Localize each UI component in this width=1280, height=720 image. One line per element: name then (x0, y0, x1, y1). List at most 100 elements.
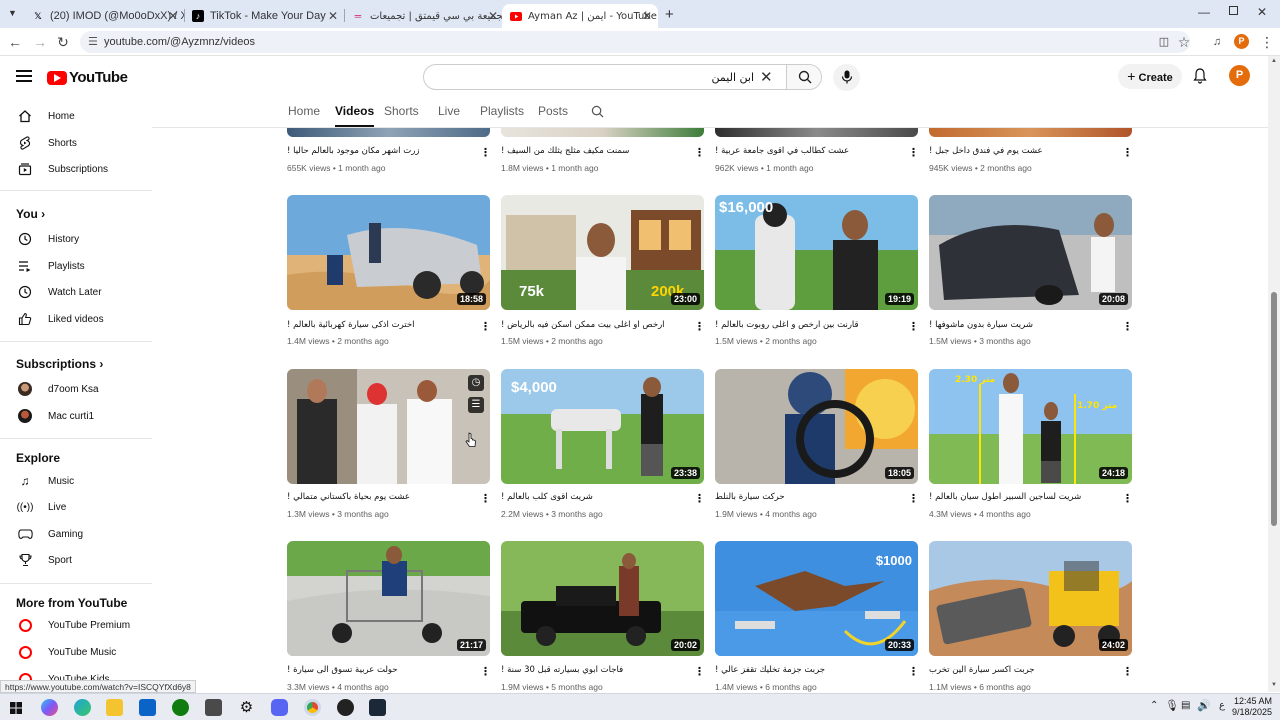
more-options-icon[interactable]: ⋮ (908, 320, 919, 333)
video-thumbnail[interactable] (715, 128, 918, 137)
video-thumbnail[interactable]: 18:58 (287, 195, 490, 310)
file-explorer-icon[interactable] (106, 699, 123, 716)
youtube-logo[interactable]: YouTube (47, 69, 128, 86)
settings-gear-icon[interactable]: ⚙ (238, 699, 255, 716)
video-title[interactable]: عشت كطالب في اقوى جامعة عربية ! (715, 146, 895, 156)
you-heading[interactable]: You › (16, 207, 45, 221)
more-options-icon[interactable]: ⋮ (480, 320, 491, 333)
more-options-icon[interactable]: ⋮ (480, 146, 491, 159)
video-title[interactable]: جربت جزمة تخليك تقفز عالي ! (715, 665, 895, 675)
video-thumbnail[interactable] (287, 128, 490, 137)
video-title[interactable]: قارنت بين ارخص و اغلى روبوت بالعالم ! (715, 320, 895, 330)
profile-avatar-icon[interactable]: P (1234, 34, 1249, 49)
sidebar-item-home[interactable]: Home (0, 103, 152, 129)
discord-icon[interactable] (271, 699, 288, 716)
tab-shorts[interactable]: Shorts (384, 104, 419, 118)
video-thumbnail[interactable]: 21:17 (287, 541, 490, 656)
taskbar-clock[interactable]: 12:45 AM 9/18/2025 (1232, 696, 1272, 718)
more-options-icon[interactable]: ⋮ (480, 492, 491, 505)
close-tab-icon[interactable]: ✕ (642, 9, 652, 23)
video-title[interactable]: سمنت مكيف مثلج يثلك من السيف ! (501, 146, 681, 156)
sidebar-item-history[interactable]: History (0, 226, 152, 252)
watch-later-icon[interactable]: ◷ (468, 375, 484, 391)
edge-icon[interactable] (74, 699, 91, 716)
xbox-icon[interactable] (172, 699, 189, 716)
search-button[interactable] (786, 65, 821, 89)
video-title[interactable]: زرت اشهر مكان موجود بالعالم حاليا ! (287, 146, 467, 156)
microphone-tray-icon[interactable]: 🎙 (1165, 699, 1179, 712)
video-title[interactable]: شريت لساجين السبير اطول سيان بالعالم ! (929, 492, 1109, 502)
forward-arrow-icon[interactable]: → (31, 33, 49, 51)
more-options-icon[interactable]: ⋮ (1122, 492, 1133, 505)
sidebar-item-channel[interactable]: Mac curti1 (0, 403, 152, 429)
language-indicator[interactable]: ع (1219, 700, 1225, 711)
browser-tab-youtube[interactable]: Ayman Az | ايمن - YouTube ✕ (502, 4, 658, 28)
more-options-icon[interactable]: ⋮ (1122, 665, 1133, 678)
video-thumbnail[interactable] (501, 128, 704, 137)
video-thumbnail[interactable]: 20:08 (929, 195, 1132, 310)
sidebar-item-youtube-music[interactable]: YouTube Music (0, 639, 152, 665)
sidebar-item-music[interactable]: ♫ Music (0, 468, 152, 494)
outlook-icon[interactable] (139, 699, 156, 716)
more-options-icon[interactable]: ⋮ (908, 665, 919, 678)
clear-search-icon[interactable]: ✕ (760, 68, 773, 86)
minimize-icon[interactable]: — (1198, 5, 1210, 19)
scroll-down-arrow-icon[interactable]: ▼ (1271, 682, 1277, 688)
steam-icon[interactable] (369, 699, 386, 716)
more-options-icon[interactable]: ⋮ (1122, 320, 1133, 333)
close-tab-icon[interactable]: ✕ (328, 9, 338, 23)
tab-list-dropdown-icon[interactable]: ▼ (8, 8, 17, 18)
sidebar-item-youtube-premium[interactable]: YouTube Premium (0, 612, 152, 638)
back-arrow-icon[interactable]: ← (6, 33, 24, 51)
tab-posts[interactable]: Posts (538, 104, 568, 118)
search-input[interactable] (424, 65, 754, 89)
bookmark-star-icon[interactable]: ☆ (1175, 33, 1193, 51)
sidebar-item-sport[interactable]: Sport (0, 547, 152, 573)
voice-search-button[interactable] (833, 64, 860, 91)
sidebar-item-live[interactable]: ((•)) Live (0, 494, 152, 520)
reload-icon[interactable]: ↻ (54, 33, 72, 51)
new-tab-icon[interactable]: + (665, 6, 674, 23)
more-options-icon[interactable]: ⋮ (480, 665, 491, 678)
subscriptions-heading[interactable]: Subscriptions › (16, 357, 103, 371)
calculator-icon[interactable] (205, 699, 222, 716)
video-title[interactable]: شريت سيارة بدون ماشوفها ! (929, 320, 1109, 330)
video-thumbnail[interactable] (929, 128, 1132, 137)
channel-search-icon[interactable] (591, 105, 604, 118)
video-thumbnail[interactable]: ◷ ☰ (287, 369, 490, 484)
video-title[interactable]: اخترت اذكى سيارة كهربائية بالعالم ! (287, 320, 467, 330)
more-options-icon[interactable]: ⋮ (694, 665, 705, 678)
sidebar-item-gaming[interactable]: Gaming (0, 521, 152, 547)
app-icon[interactable] (337, 699, 354, 716)
video-thumbnail[interactable]: $1000 20:33 (715, 541, 918, 656)
video-title[interactable]: عشت يوم في فندق داخل جبل ! (929, 146, 1109, 156)
sidebar-item-channel[interactable]: d7oom Ksa (0, 376, 152, 402)
tab-home[interactable]: Home (288, 104, 320, 118)
menu-icon[interactable] (16, 70, 32, 82)
video-title[interactable]: جربت اكسر سيارة الين تخرب (929, 665, 1109, 675)
more-options-icon[interactable]: ⋮ (694, 320, 705, 333)
close-tab-icon[interactable]: ✕ (168, 9, 178, 23)
add-to-queue-icon[interactable]: ☰ (468, 397, 484, 413)
browser-tab-x[interactable]: 𝕏 (20) IMOD (@Mo0oDxX) / X ✕ (24, 4, 184, 28)
video-title[interactable]: فاجأت ابوي بسيارته قبل 30 سنة ! (501, 665, 681, 675)
browser-tab-pc[interactable]: ═ تجميعة بي سي قيمتق | تجميعات ✕ (344, 4, 504, 28)
more-options-icon[interactable]: ⋮ (908, 146, 919, 159)
tray-chevron-icon[interactable]: ⌃ (1150, 700, 1158, 711)
video-thumbnail[interactable]: $4,000 23:38 (501, 369, 704, 484)
sidebar-item-watch-later[interactable]: Watch Later (0, 279, 152, 305)
sidebar-item-subscriptions[interactable]: Subscriptions (0, 156, 152, 182)
video-title[interactable]: ارخص او اغلى بيت ممكن اسكن فيه بالرياض ! (501, 320, 681, 330)
video-thumbnail[interactable]: 75k 200k 23:00 (501, 195, 704, 310)
media-icon[interactable]: ♫ (1208, 33, 1226, 51)
video-thumbnail[interactable]: 24:02 (929, 541, 1132, 656)
more-options-icon[interactable]: ⋮ (694, 146, 705, 159)
install-app-icon[interactable]: ◫ (1155, 33, 1173, 51)
video-title[interactable]: حولت عربية تسوق الى سيارة ! (287, 665, 467, 675)
account-avatar[interactable]: P (1229, 65, 1250, 86)
sidebar-item-shorts[interactable]: Shorts (0, 130, 152, 156)
video-thumbnail[interactable]: 18:05 (715, 369, 918, 484)
network-icon[interactable]: ▤ (1181, 700, 1190, 711)
video-thumbnail[interactable]: 20:02 (501, 541, 704, 656)
chrome-icon[interactable] (304, 699, 321, 716)
